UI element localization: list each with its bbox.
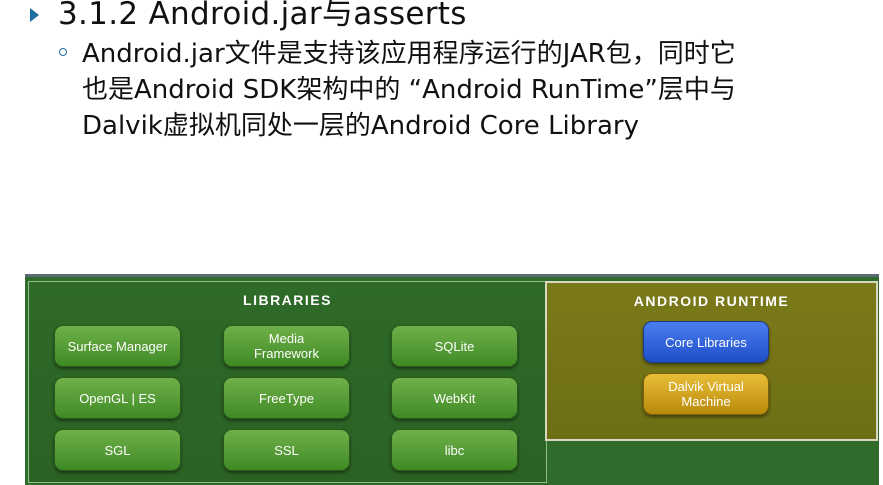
slide-heading: 3.1.2 Android.jar与asserts	[58, 0, 467, 32]
library-label: SGL	[104, 442, 131, 458]
library-label: Framework	[253, 346, 319, 361]
library-box-ssl: SSL	[223, 429, 350, 471]
library-box-freetype: FreeType	[223, 377, 350, 419]
circle-bullet-icon	[59, 48, 67, 56]
bullet-paragraph: Android.jar文件是支持该应用程序运行的JAR包，同时它 也是Andro…	[82, 36, 842, 144]
library-box-libc: libc	[391, 429, 518, 471]
dalvik-vm-box: Dalvik Virtual Machine	[643, 373, 769, 415]
library-box-sgl: SGL	[54, 429, 181, 471]
libraries-panel: Libraries Surface Manager Media Framewor…	[28, 281, 547, 483]
library-label: SSL	[274, 442, 299, 458]
library-box-webkit: WebKit	[391, 377, 518, 419]
library-label: SQLite	[434, 338, 475, 354]
libraries-title: Libraries	[243, 292, 332, 308]
library-label: Surface Manager	[67, 338, 168, 354]
bullet-line: Android.jar文件是支持该应用程序运行的JAR包，同时它	[82, 39, 736, 69]
library-box-sqlite: SQLite	[391, 325, 518, 367]
library-label: OpenGL | ES	[79, 390, 156, 406]
library-label: FreeType	[259, 390, 314, 406]
dalvik-vm-label: Machine	[681, 394, 731, 409]
android-architecture-diagram: Libraries Surface Manager Media Framewor…	[25, 274, 879, 485]
bullet-line: Dalvik虚拟机同处一层的Android Core Library	[82, 111, 639, 141]
dalvik-vm-label: Dalvik Virtual	[668, 379, 744, 394]
bullet-line: 也是Android SDK架构中的 “Android RunTime”层中与	[82, 75, 736, 105]
library-box-media-framework: Media Framework	[223, 325, 350, 367]
library-label: libc	[444, 442, 465, 458]
core-libraries-box: Core Libraries	[643, 321, 769, 363]
android-runtime-panel: Android Runtime Core Libraries Dalvik Vi…	[545, 281, 878, 441]
library-label: WebKit	[433, 390, 476, 406]
runtime-title: Android Runtime	[633, 293, 790, 309]
triangle-bullet-icon	[30, 8, 39, 22]
library-label: Media	[268, 331, 305, 346]
library-box-surface-manager: Surface Manager	[54, 325, 181, 367]
core-libraries-label: Core Libraries	[665, 334, 747, 350]
library-box-opengl-es: OpenGL | ES	[54, 377, 181, 419]
